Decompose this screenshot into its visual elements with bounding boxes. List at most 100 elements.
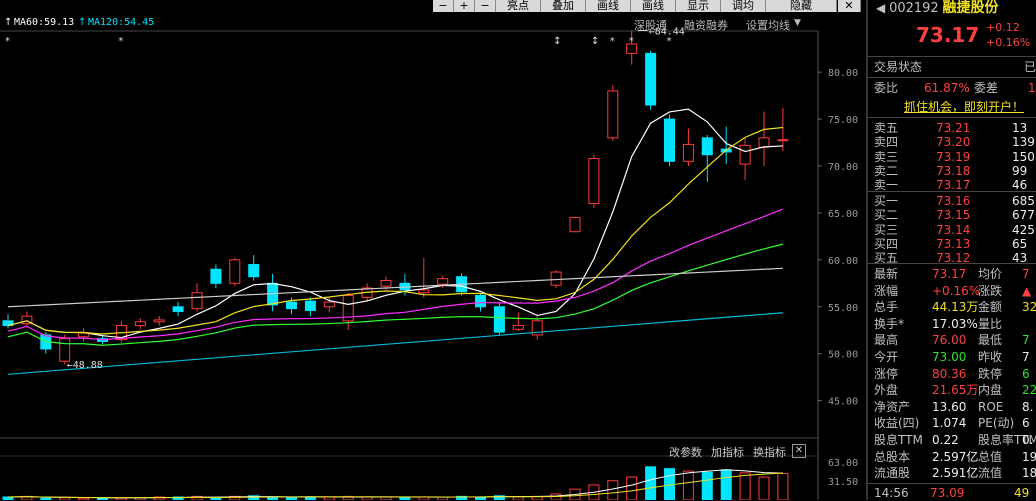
stat-row: 流通股 2.591亿流值 189 bbox=[874, 465, 1036, 481]
open-account-link[interactable]: 抓住机会，即刻开户！ bbox=[904, 98, 1024, 115]
last-price: 73.17 bbox=[916, 23, 980, 47]
highlight-points-button[interactable]: 亮点 bbox=[496, 0, 541, 12]
stat-label: 总股本 bbox=[874, 449, 911, 464]
candle-body bbox=[437, 278, 449, 285]
hide-button[interactable]: 隐藏 bbox=[766, 0, 837, 12]
candle-body bbox=[758, 137, 770, 148]
candle-body bbox=[588, 157, 600, 205]
candle-body bbox=[739, 144, 751, 165]
stat-label: 流值 bbox=[978, 466, 1003, 481]
candle-body bbox=[475, 295, 486, 308]
link-edit-params[interactable]: 改参数 bbox=[669, 444, 702, 460]
weibi-value: 61.87% bbox=[924, 81, 970, 95]
stat-value: 7 bbox=[1022, 267, 1030, 281]
candle-body bbox=[286, 301, 297, 310]
link-set-ma[interactable]: 设置均线 bbox=[746, 17, 790, 33]
overlay-button[interactable]: 叠加 bbox=[541, 0, 586, 12]
link-add-indicator[interactable]: 加指标 bbox=[711, 444, 744, 460]
zoom-in-button[interactable]: + bbox=[454, 0, 475, 12]
candle-body bbox=[172, 306, 184, 312]
price-axis-label: 65.00 bbox=[828, 209, 858, 220]
stat-value: 8. bbox=[1022, 399, 1034, 414]
price-axis-label: 60.00 bbox=[828, 256, 858, 267]
stat-value: 44.13万 bbox=[932, 300, 979, 315]
dropdown-icon[interactable]: ▼ bbox=[794, 18, 801, 28]
stat-label: 最新 bbox=[874, 267, 899, 281]
back-icon[interactable]: ◀ bbox=[876, 1, 885, 15]
stock-name: 融捷股份 bbox=[942, 0, 999, 16]
stat-label: 均价 bbox=[978, 267, 1003, 281]
stat-label: ROE bbox=[978, 399, 1004, 414]
stat-value: 190 bbox=[1022, 449, 1036, 464]
price-change: +0.12 bbox=[986, 21, 1020, 34]
candle-body bbox=[134, 321, 146, 327]
toolbar-minus-button[interactable]: − bbox=[433, 0, 454, 12]
candle-body bbox=[304, 300, 316, 312]
kline-chart[interactable]: 80.00 75.00 70.00 65.00 60.00 55.00 50.00 45.00… bbox=[0, 0, 866, 500]
candle-body bbox=[493, 306, 505, 333]
close-sub-chart-icon[interactable]: ✕ bbox=[792, 444, 806, 458]
candle-body bbox=[380, 279, 392, 287]
volume-bar bbox=[701, 471, 713, 500]
volume-axis-label: 63.00 bbox=[828, 458, 858, 469]
price-axis-label: 70.00 bbox=[828, 162, 858, 173]
stat-value: 0.22 bbox=[932, 433, 959, 447]
event-marker-icon: * bbox=[118, 36, 123, 47]
stat-value: 80.36 bbox=[932, 366, 967, 381]
volume-bar bbox=[777, 472, 789, 500]
trade-status-label: 交易状态 bbox=[874, 60, 923, 74]
stat-label: 金额 bbox=[978, 300, 1003, 315]
volume-bar bbox=[645, 466, 657, 500]
link-margin-trading[interactable]: 融资融券 bbox=[684, 17, 728, 33]
stat-label: 昨收 bbox=[978, 350, 1003, 364]
candle-body bbox=[645, 52, 657, 106]
adjust-button[interactable]: 调均 bbox=[721, 0, 766, 12]
stat-value: +0.16% bbox=[932, 283, 981, 298]
stat-value: 22.4 bbox=[1022, 383, 1036, 398]
weibi-label: 委比 bbox=[874, 81, 899, 95]
zoom-out-button[interactable]: − bbox=[475, 0, 496, 12]
candle-body bbox=[777, 139, 789, 142]
ma60-label: MA60:59.13 bbox=[14, 17, 75, 28]
stat-label: 最低 bbox=[978, 333, 1003, 348]
link-hk-connect[interactable]: 深股通 bbox=[634, 17, 667, 33]
stat-value: 13.60 bbox=[932, 399, 967, 414]
header-row: ◀ 002192 融捷股份 bbox=[876, 0, 999, 16]
volume-bar bbox=[720, 469, 732, 500]
event-marker-icon: * bbox=[610, 36, 615, 47]
candle-body bbox=[607, 90, 619, 139]
weicha-value: 1 bbox=[1028, 81, 1036, 95]
display-button[interactable]: 显示 bbox=[676, 0, 721, 12]
event-marker-icon: ↕ bbox=[591, 36, 599, 47]
stat-value: 1.074 bbox=[932, 416, 967, 431]
stat-row: 最新 73.17 均价 7 bbox=[874, 266, 1036, 282]
quote-panel: ◀ 002192 融捷股份 73.17 +0.12 +0.16% 交易状态 已 … bbox=[866, 0, 1036, 500]
stat-row: 外盘 21.65万内盘 22.4 bbox=[874, 382, 1036, 398]
candle-body bbox=[229, 259, 241, 284]
candle-body bbox=[664, 118, 675, 162]
stat-label: 流通股 bbox=[874, 466, 911, 481]
stat-row: 股息TTM 0.22 股息率TTM 0. bbox=[874, 432, 1036, 448]
event-marker-icon: * bbox=[667, 36, 672, 47]
stat-value: 189 bbox=[1022, 466, 1036, 481]
draw-tool-button[interactable]: 画线 bbox=[631, 0, 676, 12]
candle-body bbox=[248, 264, 260, 278]
link-change-indicator[interactable]: 换指标 bbox=[753, 444, 786, 460]
stat-label: 涨跌 bbox=[978, 283, 1003, 298]
tick-volume: 49 bbox=[1014, 486, 1030, 500]
volume-bar bbox=[682, 470, 694, 500]
stat-value: 32.6 bbox=[1022, 300, 1036, 315]
volume-bar bbox=[739, 472, 751, 500]
stat-label: 跌停 bbox=[978, 366, 1003, 381]
volume-bar bbox=[607, 480, 619, 500]
stat-row: 总手 44.13万金额 32.6 bbox=[874, 299, 1036, 315]
stat-label: 量比 bbox=[978, 316, 1003, 331]
trade-status-value: 已 bbox=[1024, 60, 1036, 74]
draw-line-button[interactable]: 画线 bbox=[586, 0, 631, 12]
stat-label: 涨停 bbox=[874, 366, 899, 381]
kline-chart-area[interactable]: 80.00 75.00 70.00 65.00 60.00 55.00 50.00 45.00… bbox=[0, 0, 866, 500]
stat-row: 换手* 17.03% 量比 bbox=[874, 316, 1036, 332]
stat-value: 76.00 bbox=[932, 333, 967, 348]
close-icon[interactable]: ✕ bbox=[838, 0, 861, 12]
stat-label: 换手* bbox=[874, 316, 905, 331]
